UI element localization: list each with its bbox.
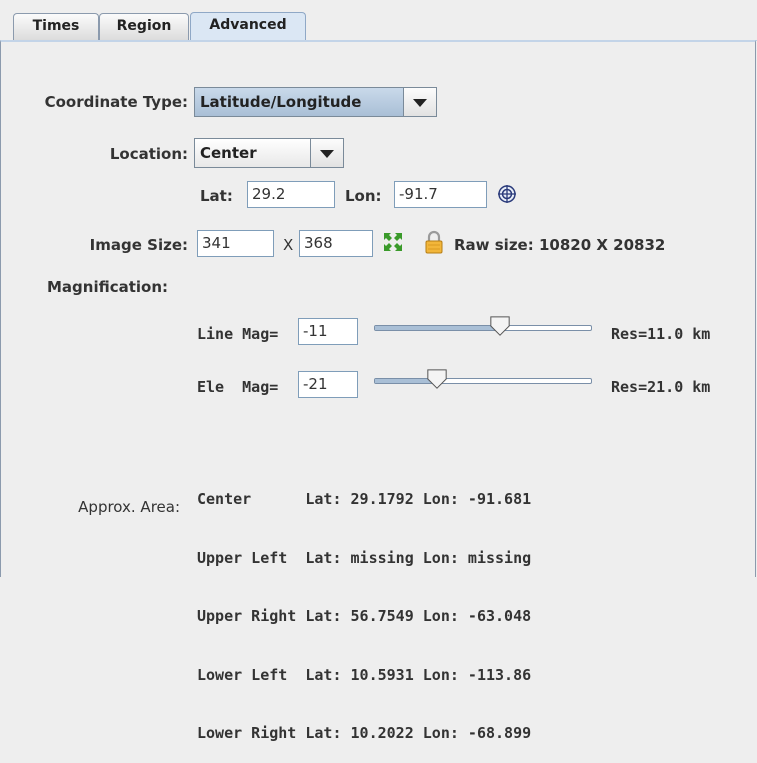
area-row-lower-right: Lower Right Lat: 10.2022 Lon: -68.899 [197,724,532,742]
lock-icon[interactable] [423,230,445,254]
lon-field[interactable]: -91.7 [394,181,487,208]
ele-mag-label: Ele Mag= [197,378,279,396]
lat-label: Lat: [200,187,233,205]
ele-mag-slider[interactable] [374,378,592,384]
location-value: Center [200,144,257,162]
area-row-center: Center Lat: 29.1792 Lon: -91.681 [197,490,532,508]
line-mag-field[interactable]: -11 [298,318,358,345]
approx-area-label: Approx. Area: [78,498,180,516]
area-row-lower-left: Lower Left Lat: 10.5931 Lon: -113.86 [197,665,532,684]
approx-area-table: Center Lat: 29.1792 Lon: -91.681 Upper L… [197,451,531,763]
image-size-label: Image Size: [89,236,188,254]
line-res-text: Res=11.0 km [611,325,711,343]
location-label: Location: [109,145,188,163]
area-row-upper-left: Upper Left Lat: missing Lon: missing [197,548,532,567]
image-elements-field[interactable]: 368 [299,230,373,257]
coordinate-type-dropdown[interactable]: Latitude/Longitude [194,87,437,117]
image-lines-field[interactable]: 341 [197,230,274,257]
slider-fill [375,326,501,330]
lat-field[interactable]: 29.2 [247,181,335,208]
tab-region[interactable]: Region [99,13,189,40]
target-icon[interactable] [497,184,517,204]
coordinate-type-label: Coordinate Type: [44,93,188,111]
tab-strip: Times Region Advanced [0,0,757,41]
chevron-down-icon [320,150,334,158]
location-dropdown[interactable]: Center [194,138,344,168]
line-mag-slider-thumb[interactable] [488,316,512,336]
line-mag-label: Line Mag= [197,325,279,343]
resize-icon[interactable] [382,231,404,253]
tab-times[interactable]: Times [13,13,99,40]
ele-mag-field[interactable]: -21 [298,371,358,398]
tab-advanced[interactable]: Advanced [190,12,306,40]
lon-label: Lon: [345,187,382,205]
area-row-upper-right: Upper Right Lat: 56.7549 Lon: -63.048 [197,607,532,625]
ele-mag-slider-thumb[interactable] [425,369,449,389]
coordinate-type-value: Latitude/Longitude [200,93,362,111]
chevron-down-icon [413,99,427,107]
ele-res-text: Res=21.0 km [611,378,711,396]
dropdown-button[interactable] [310,139,343,167]
size-separator: X [283,236,294,254]
line-mag-slider[interactable] [374,325,592,331]
magnification-label: Magnification: [47,278,169,296]
dropdown-button[interactable] [403,88,436,116]
raw-size-text: Raw size: 10820 X 20832 [454,236,666,254]
